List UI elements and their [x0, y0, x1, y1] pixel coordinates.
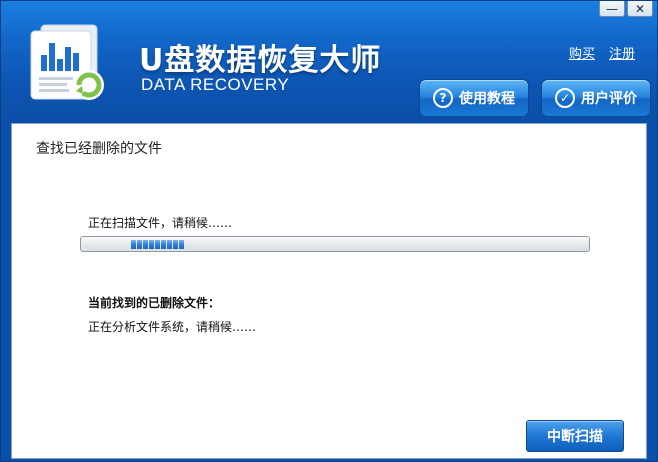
- section-title: 查找已经删除的文件: [36, 141, 162, 157]
- app-subtitle: DATA RECOVERY: [141, 75, 290, 94]
- window-controls: — ✕: [599, 1, 653, 17]
- close-button[interactable]: ✕: [627, 1, 653, 17]
- user-review-button-label: 用户评价: [581, 91, 637, 107]
- tutorial-button[interactable]: ? 使用教程: [419, 79, 529, 117]
- user-review-button[interactable]: ✓ 用户评价: [541, 79, 651, 117]
- top-links: 购买 注册: [569, 43, 635, 62]
- content-panel: 查找已经删除的文件 正在扫描文件，请稍候…… 当前找到的已删除文件： 正在分析文…: [11, 123, 647, 459]
- question-circle-icon: ?: [433, 88, 453, 108]
- tutorial-button-label: 使用教程: [459, 91, 515, 107]
- app-title: U盘数据恢复大师: [139, 43, 382, 78]
- speech-bubble-icon: ✓: [555, 88, 575, 108]
- stop-scan-button[interactable]: 中断扫描: [526, 420, 624, 452]
- app-logo-icon: [30, 24, 104, 100]
- scan-progress-bar: [80, 236, 590, 252]
- found-files-status: 正在分析文件系统，请稍候……: [88, 320, 257, 334]
- scan-status-text: 正在扫描文件，请稍候……: [88, 216, 233, 230]
- minimize-button[interactable]: —: [599, 1, 625, 17]
- progress-marquee: [131, 240, 184, 249]
- app-window: — ✕ U盘数据恢复大师 DATA RECOVERY 购买 注册 ? 使用教程 …: [0, 0, 658, 462]
- found-files-label: 当前找到的已删除文件：: [88, 296, 221, 310]
- buy-link[interactable]: 购买: [569, 43, 595, 62]
- register-link[interactable]: 注册: [609, 43, 635, 62]
